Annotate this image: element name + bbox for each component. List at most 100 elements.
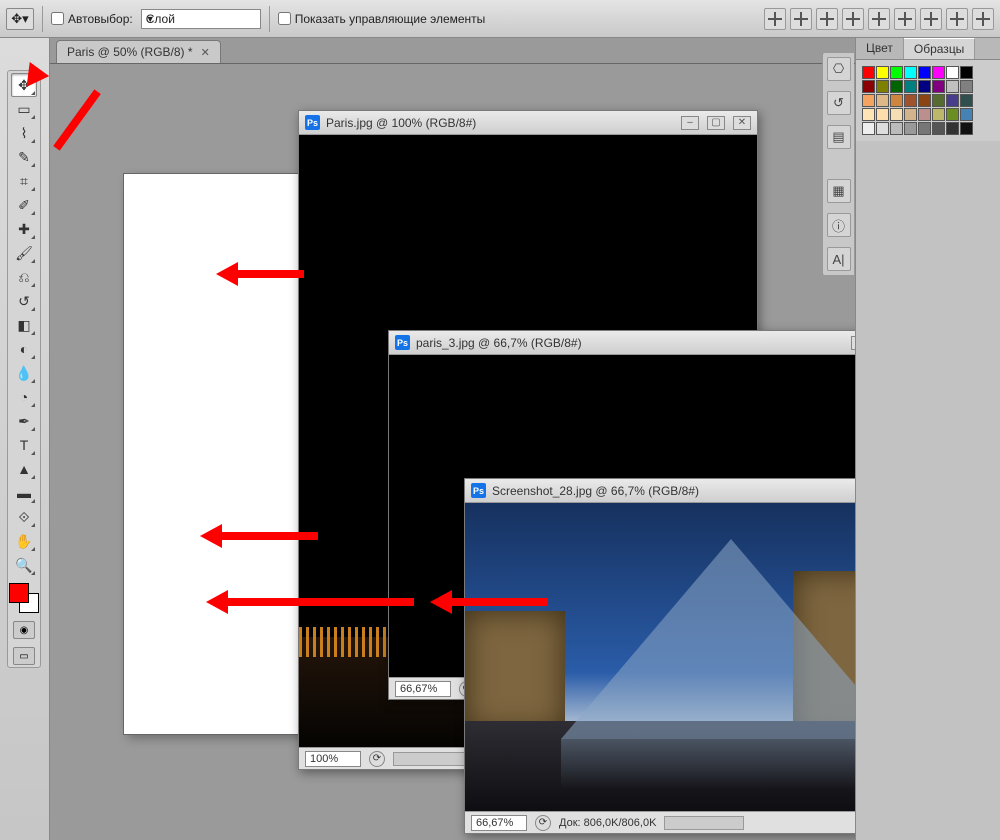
swatch[interactable] <box>862 94 875 107</box>
swatch[interactable] <box>918 80 931 93</box>
horizontal-scrollbar[interactable] <box>664 816 744 830</box>
align-hmid[interactable] <box>868 8 890 30</box>
channels-icon[interactable]: ▦ <box>827 179 851 203</box>
swatch[interactable] <box>904 122 917 135</box>
swatch[interactable] <box>918 122 931 135</box>
quick-select-tool[interactable]: ✎ <box>11 145 37 169</box>
gradient-tool[interactable]: ◐ <box>11 337 37 361</box>
type-tool[interactable]: T <box>11 433 37 457</box>
distribute-v[interactable] <box>946 8 968 30</box>
show-controls-checkbox[interactable]: Показать управляющие элементы <box>278 12 486 26</box>
swatch[interactable] <box>946 80 959 93</box>
auto-select-dropdown[interactable]: Слой ▼ <box>141 9 261 29</box>
swatch[interactable] <box>932 122 945 135</box>
swatch[interactable] <box>862 122 875 135</box>
pen-tool[interactable]: ✒ <box>11 409 37 433</box>
align-top[interactable] <box>764 8 786 30</box>
distribute-h[interactable] <box>920 8 942 30</box>
swatch[interactable] <box>960 80 973 93</box>
align-right[interactable] <box>894 8 916 30</box>
zoom-field[interactable]: 66,67% <box>395 681 451 697</box>
info-icon[interactable]: ⓘ <box>827 213 851 237</box>
auto-select-input[interactable] <box>51 12 64 25</box>
window-titlebar[interactable]: Ps Paris.jpg @ 100% (RGB/8#) – ▢ ✕ <box>299 111 757 135</box>
swatch[interactable] <box>904 94 917 107</box>
swatch[interactable] <box>918 94 931 107</box>
swatch[interactable] <box>960 94 973 107</box>
info-icon[interactable]: ⟳ <box>535 815 551 831</box>
layers-icon[interactable]: ▤ <box>827 125 851 149</box>
document-tab[interactable]: Paris @ 50% (RGB/8) * ✕ <box>56 40 221 63</box>
eraser-tool[interactable]: ◧ <box>11 313 37 337</box>
stamp-tool[interactable]: ⎌ <box>11 265 37 289</box>
swatch[interactable] <box>890 122 903 135</box>
swatch[interactable] <box>960 108 973 121</box>
swatch[interactable] <box>932 94 945 107</box>
align-left[interactable] <box>842 8 864 30</box>
swatch[interactable] <box>904 66 917 79</box>
history-icon[interactable]: ↺ <box>827 91 851 115</box>
blur-tool[interactable]: 💧 <box>11 361 37 385</box>
history-brush-tool[interactable]: ↺ <box>11 289 37 313</box>
swatch[interactable] <box>890 80 903 93</box>
auto-select-checkbox[interactable]: Автовыбор: <box>51 12 133 26</box>
tab-color[interactable]: Цвет <box>856 38 904 59</box>
align-vmid[interactable] <box>790 8 812 30</box>
swatch[interactable] <box>876 94 889 107</box>
lasso-tool[interactable]: ⌇ <box>11 121 37 145</box>
swatch[interactable] <box>862 66 875 79</box>
screen-mode-button[interactable]: ▭ <box>13 647 35 665</box>
tab-swatches[interactable]: Образцы <box>904 38 975 59</box>
3d-tool[interactable]: ⟐ <box>11 505 37 529</box>
eyedropper-tool[interactable]: ✐ <box>11 193 37 217</box>
minimize-button[interactable]: – <box>681 116 699 130</box>
window-titlebar[interactable]: Ps paris_3.jpg @ 66,7% (RGB/8#) – ▢ ✕ <box>389 331 927 355</box>
swatch[interactable] <box>932 108 945 121</box>
swatch[interactable] <box>876 66 889 79</box>
swatch[interactable] <box>876 122 889 135</box>
swatch[interactable] <box>876 108 889 121</box>
swatch[interactable] <box>946 66 959 79</box>
swatch[interactable] <box>960 122 973 135</box>
marquee-tool[interactable]: ▭ <box>11 97 37 121</box>
info-icon[interactable]: ⟳ <box>369 751 385 767</box>
swatch[interactable] <box>904 108 917 121</box>
swatch[interactable] <box>918 66 931 79</box>
quick-mask-button[interactable]: ◉ <box>13 621 35 639</box>
crop-tool[interactable]: ⌗ <box>11 169 37 193</box>
path-select-tool[interactable]: ▲ <box>11 457 37 481</box>
navigator-icon[interactable]: ⎔ <box>827 57 851 81</box>
shape-tool[interactable]: ▬ <box>11 481 37 505</box>
zoom-field[interactable]: 66,67% <box>471 815 527 831</box>
swatch[interactable] <box>946 94 959 107</box>
swatch[interactable] <box>890 66 903 79</box>
swatch[interactable] <box>932 66 945 79</box>
swatch[interactable] <box>862 108 875 121</box>
foreground-color[interactable] <box>9 583 29 603</box>
swatch[interactable] <box>890 108 903 121</box>
swatch[interactable] <box>946 108 959 121</box>
maximize-button[interactable]: ▢ <box>707 116 725 130</box>
healing-tool[interactable]: ✚ <box>11 217 37 241</box>
swatch[interactable] <box>890 94 903 107</box>
character-icon[interactable]: A| <box>827 247 851 271</box>
show-controls-input[interactable] <box>278 12 291 25</box>
zoom-field[interactable]: 100% <box>305 751 361 767</box>
swatch[interactable] <box>932 80 945 93</box>
close-icon[interactable]: ✕ <box>201 46 210 59</box>
brush-tool[interactable]: 🖌 <box>11 241 37 265</box>
dodge-tool[interactable]: ◔ <box>11 385 37 409</box>
swatch[interactable] <box>904 80 917 93</box>
hand-tool[interactable]: ✋ <box>11 529 37 553</box>
swatch[interactable] <box>946 122 959 135</box>
swatch[interactable] <box>918 108 931 121</box>
align-bottom[interactable] <box>816 8 838 30</box>
auto-align[interactable] <box>972 8 994 30</box>
zoom-tool[interactable]: 🔍 <box>11 553 37 577</box>
color-swatches[interactable] <box>9 583 39 613</box>
swatch[interactable] <box>862 80 875 93</box>
swatch[interactable] <box>960 66 973 79</box>
close-button[interactable]: ✕ <box>733 116 751 130</box>
move-tool[interactable]: ✥ <box>11 73 37 97</box>
swatch[interactable] <box>876 80 889 93</box>
